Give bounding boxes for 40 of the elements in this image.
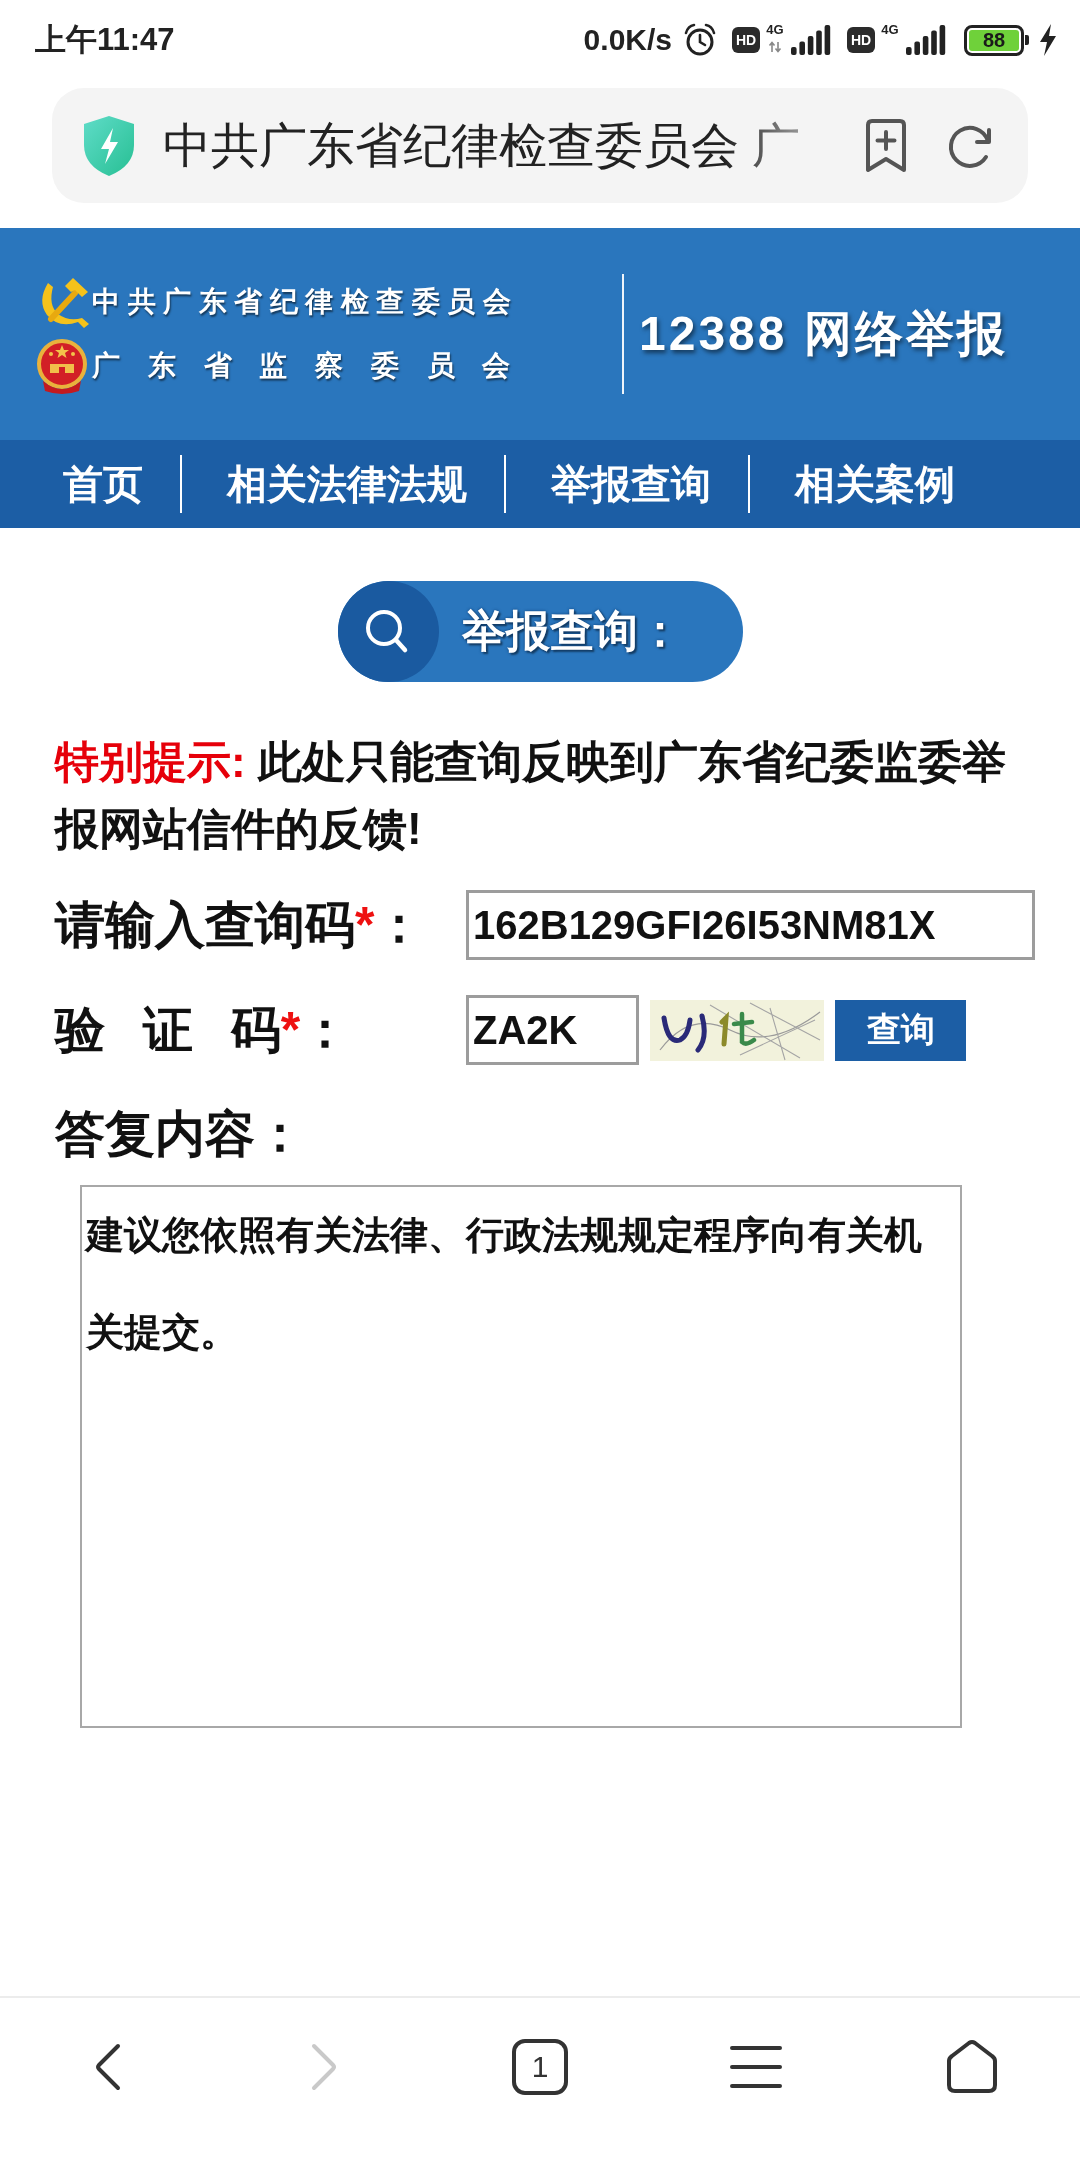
back-icon bbox=[94, 2043, 122, 2091]
nav-link[interactable]: 相关法律法规 bbox=[227, 456, 467, 512]
field-label: 请输入查询码*： bbox=[55, 896, 425, 955]
reply-textarea: 建议您依照有关法律、行政法规规定程序向有关机关提交。 bbox=[80, 1185, 962, 1728]
site-title: 12388 网络举报 bbox=[639, 306, 1008, 362]
hd-badge: HD bbox=[847, 27, 875, 53]
hd-badge: HD bbox=[732, 27, 760, 53]
forward-icon bbox=[310, 2043, 338, 2091]
menu-icon bbox=[729, 2044, 783, 2090]
network-speed: 0.0K/s bbox=[583, 23, 672, 57]
captcha-input[interactable]: ZA2K bbox=[466, 995, 639, 1065]
alarm-clock-icon bbox=[683, 23, 717, 57]
network-type: 4G bbox=[766, 23, 784, 37]
status-time: 上午11:47 bbox=[35, 21, 175, 59]
section-title: 举报查询： bbox=[461, 605, 682, 657]
page-title: 中共广东省纪律检查委员会 广 bbox=[163, 117, 801, 174]
notice-text: 特别提示: 此处只能查询反映到广东省纪委监委举报网站信件的反馈! bbox=[53, 736, 1007, 855]
nav-link[interactable]: 首页 bbox=[63, 456, 143, 512]
back-button[interactable] bbox=[94, 2043, 122, 2091]
nav-link[interactable]: 相关案例 bbox=[795, 456, 955, 512]
address-bar[interactable]: 中共广东省纪律检查委员会 广 bbox=[52, 88, 1028, 203]
nav-link[interactable]: 举报查询 bbox=[551, 456, 711, 512]
shield-bolt-icon bbox=[83, 114, 135, 177]
battery-indicator: 88 bbox=[964, 24, 1029, 56]
menu-button[interactable] bbox=[729, 2044, 783, 2090]
home-icon bbox=[944, 2039, 1000, 2095]
signal-bars-icon bbox=[905, 25, 947, 55]
search-icon bbox=[337, 581, 439, 682]
network-type: 4G bbox=[881, 23, 899, 37]
home-button[interactable] bbox=[944, 2039, 1000, 2095]
field-label: 验 证 码*： bbox=[55, 1001, 351, 1060]
field-label: 答复内容： bbox=[55, 1105, 305, 1164]
organization-name: 中共广东省纪律检查委员会 bbox=[92, 285, 518, 319]
tabs-button[interactable]: 1 bbox=[512, 2039, 568, 2095]
signal-bars-icon bbox=[790, 25, 832, 55]
query-button[interactable]: 查询 bbox=[835, 999, 966, 1061]
emblem-icon bbox=[35, 337, 89, 395]
organization-name: 广 东 省 监 察 委 员 会 bbox=[92, 349, 518, 383]
query-code-input[interactable]: 162B129GFI26I53NM81X bbox=[466, 890, 1035, 960]
bookmark-plus-icon[interactable] bbox=[863, 117, 909, 174]
